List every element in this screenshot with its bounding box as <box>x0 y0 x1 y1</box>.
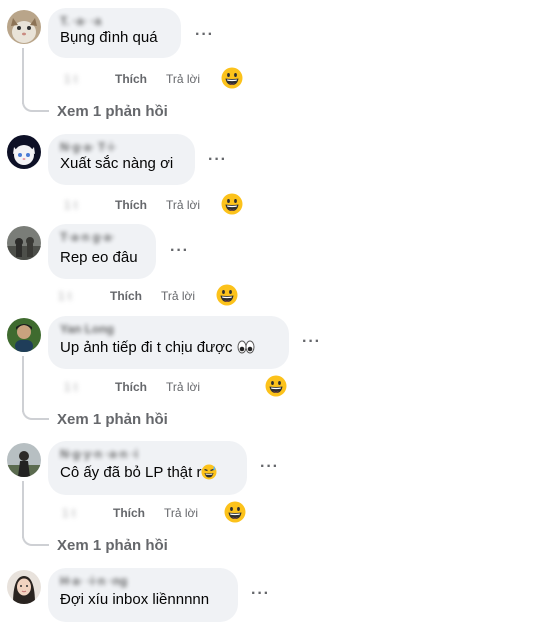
comment-text: Cô ấy đã bỏ LP thật r <box>60 463 235 483</box>
comment-author[interactable]: H·a· ·i·n ·ng <box>60 574 226 588</box>
like-button[interactable]: Thích <box>115 72 147 86</box>
reply-button[interactable]: Trả lời <box>161 289 195 303</box>
grinning-sweat-emoji-icon <box>201 464 217 480</box>
eyes-emoji-icon <box>237 339 255 355</box>
reply-button[interactable]: Trả lời <box>164 506 198 520</box>
comment-text: Up ảnh tiếp đi t chịu được <box>60 338 277 358</box>
like-button[interactable]: Thích <box>115 380 147 394</box>
avatar-photo[interactable] <box>7 570 41 604</box>
comment-time[interactable]: 1 t <box>64 198 77 212</box>
thread-connector <box>33 110 49 112</box>
comment-time[interactable]: 1 t <box>64 380 77 394</box>
comment-author[interactable]: Yan Long <box>60 322 277 336</box>
avatar-cat[interactable] <box>7 10 41 44</box>
comment-bubble: N·g·a· T·i· Xuất sắc nàng ơi <box>48 134 195 185</box>
view-replies-link[interactable]: Xem 1 phản hồi <box>57 411 168 428</box>
like-button[interactable]: Thích <box>115 198 147 212</box>
thread-line <box>22 481 24 538</box>
comment-time[interactable]: 1 t <box>58 289 71 303</box>
grinning-face-emoji-icon[interactable] <box>265 375 287 397</box>
more-options-icon[interactable]: ··· <box>170 243 189 259</box>
thread-line <box>22 48 24 104</box>
comment-text-body: Up ảnh tiếp đi t chịu được <box>60 339 233 356</box>
comment-author[interactable]: N·g·a· T·i· <box>60 140 183 154</box>
comment-text: Xuất sắc nàng ơi <box>60 155 174 172</box>
comment-text: Bụng đình quá <box>60 29 158 46</box>
comment-time[interactable]: 1 t <box>62 506 75 520</box>
thread-line <box>22 356 24 412</box>
comment-text: Đợi xíu inbox liềnnnnn <box>60 591 210 608</box>
comment-text: Rep eo đâu <box>60 249 138 266</box>
more-options-icon[interactable]: ··· <box>251 586 270 602</box>
comment-bubble: N·g·y·n ·a·n ·i Cô ấy đã bỏ LP thật r <box>48 441 247 495</box>
more-options-icon[interactable]: ··· <box>195 27 214 43</box>
comment-author[interactable]: T·a·n g·a· <box>60 230 144 244</box>
comment-author[interactable]: T. ·a· ·a <box>60 14 169 28</box>
comment-bubble: H·a· ·i·n ·ng Đợi xíu inbox liềnnnnn <box>48 568 238 622</box>
view-replies-link[interactable]: Xem 1 phản hồi <box>57 537 168 554</box>
like-button[interactable]: Thích <box>113 506 145 520</box>
avatar-photo[interactable] <box>7 443 41 477</box>
avatar-photo[interactable] <box>7 226 41 260</box>
reply-button[interactable]: Trả lời <box>166 72 200 86</box>
comment-bubble: T. ·a· ·a Bụng đình quá <box>48 8 181 58</box>
comment-time[interactable]: 1 t <box>64 72 77 86</box>
thread-connector <box>33 544 49 546</box>
avatar-photo[interactable] <box>7 318 41 352</box>
comment-author[interactable]: N·g·y·n ·a·n ·i <box>60 447 235 461</box>
view-replies-link[interactable]: Xem 1 phản hồi <box>57 103 168 120</box>
grinning-face-emoji-icon[interactable] <box>224 501 246 523</box>
grinning-face-emoji-icon[interactable] <box>221 67 243 89</box>
more-options-icon[interactable]: ··· <box>302 334 321 350</box>
grinning-face-emoji-icon[interactable] <box>216 284 238 306</box>
more-options-icon[interactable]: ··· <box>208 152 227 168</box>
comment-bubble: T·a·n g·a· Rep eo đâu <box>48 224 156 279</box>
avatar-cat[interactable] <box>7 135 41 169</box>
comment-text-body: Cô ấy đã bỏ LP thật r <box>60 464 202 481</box>
reply-button[interactable]: Trả lời <box>166 380 200 394</box>
thread-connector <box>33 418 49 420</box>
more-options-icon[interactable]: ··· <box>260 459 279 475</box>
like-button[interactable]: Thích <box>110 289 142 303</box>
grinning-face-emoji-icon[interactable] <box>221 193 243 215</box>
reply-button[interactable]: Trả lời <box>166 198 200 212</box>
comment-bubble: Yan Long Up ảnh tiếp đi t chịu được <box>48 316 289 369</box>
